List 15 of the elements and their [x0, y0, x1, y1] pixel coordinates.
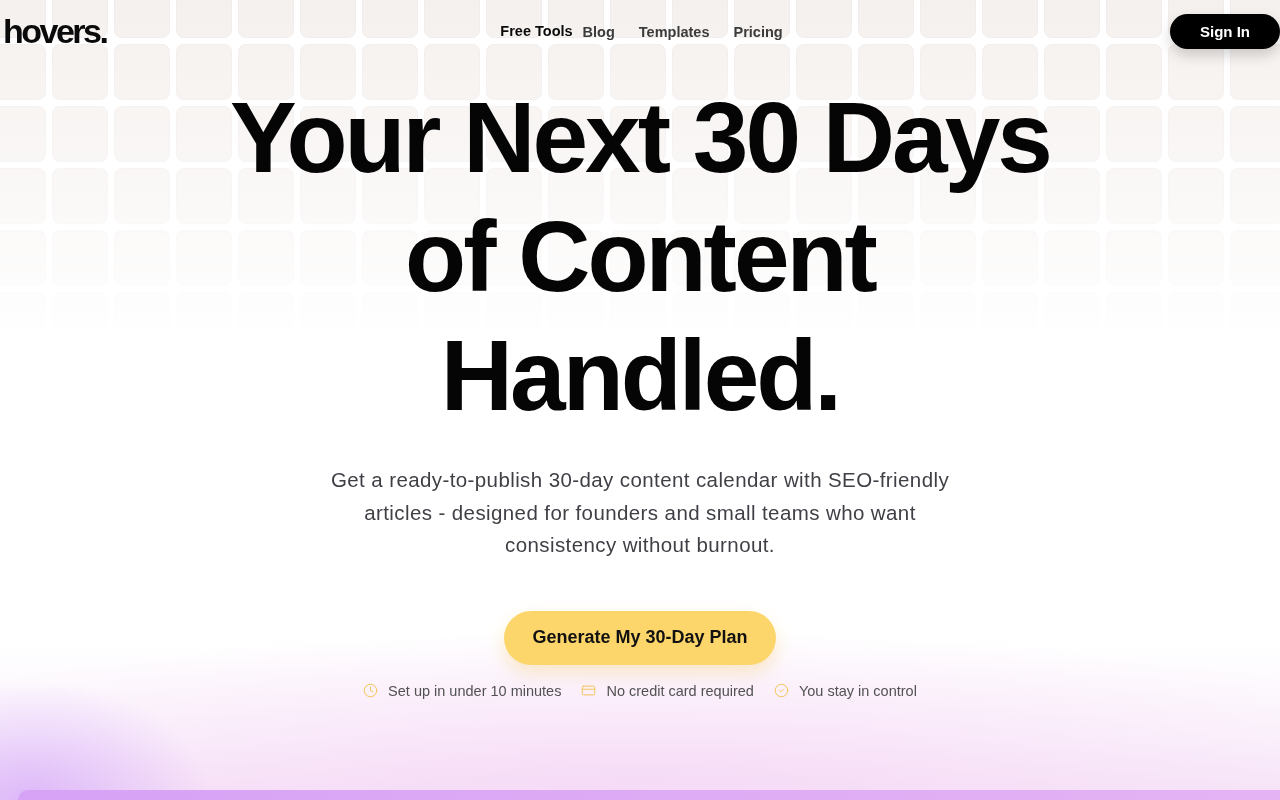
logo[interactable]: hovers. [3, 11, 107, 51]
feature-note: No credit card required [606, 681, 754, 701]
hero-headline: Your Next 30 Days of Content Handled. [229, 80, 1051, 433]
generate-plan-button[interactable]: Generate My 30-Day Plan [504, 610, 776, 665]
check-circle-icon [773, 683, 789, 698]
nav-link[interactable]: Pricing [733, 24, 783, 40]
credit-card-icon [581, 683, 597, 698]
hero-subtitle: Get a ready-to-publish 30-day content calendar with SEO-friendly articles - designed for founders and small teams who want consistency without burnout. [329, 467, 951, 558]
feature-note: You stay in control [798, 681, 917, 701]
clock-icon [363, 683, 379, 698]
nav-link[interactable]: Templates [638, 24, 710, 40]
sign-in-button[interactable]: Sign In [1170, 14, 1280, 49]
feature-note: Set up in under 10 minutes [388, 681, 562, 701]
nav-link[interactable]: Free Tools [500, 23, 573, 39]
nav-link[interactable]: Blog [582, 24, 615, 40]
